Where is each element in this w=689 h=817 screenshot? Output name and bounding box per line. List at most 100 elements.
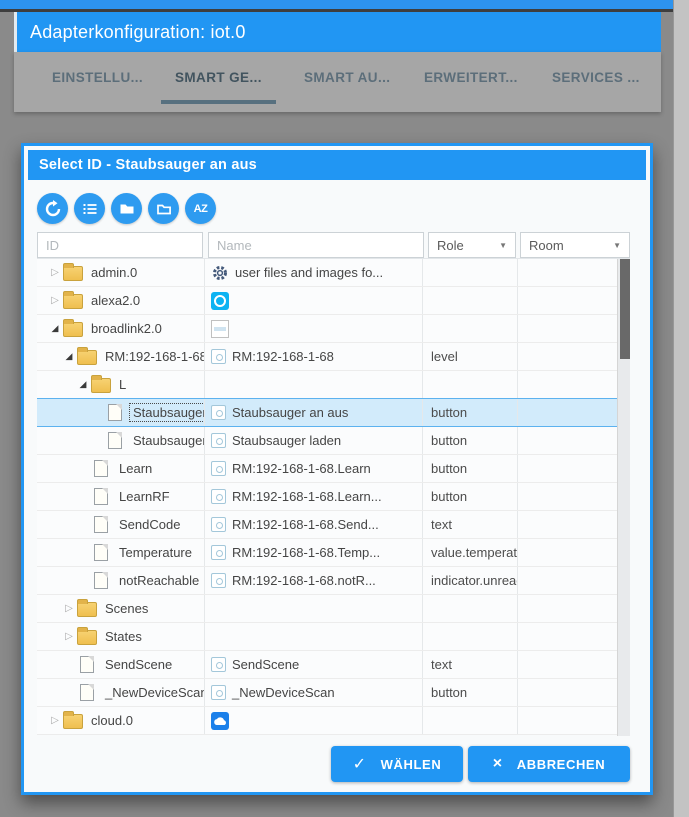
row-name-label: user files and images fo... (235, 265, 383, 280)
row-role-cell: button (423, 399, 518, 426)
row-name-cell (205, 371, 423, 398)
tab-2[interactable]: SMART AU... (290, 52, 404, 104)
row-name-label: Staubsauger laden (232, 433, 341, 448)
adapter-config-title: Adapterkonfiguration: iot.0 (14, 12, 661, 52)
table-row-SendScene[interactable]: SendScene SendScene text (37, 651, 617, 679)
collapse-all-button[interactable] (148, 193, 179, 224)
row-room-cell (518, 371, 617, 398)
row-id-label: States (102, 628, 145, 645)
row-room-cell (518, 651, 617, 678)
row-id-label: Staubsauger_laden (130, 432, 205, 449)
table-row-notReachable[interactable]: notReachable RM:192-168-1-68.notR... ind… (37, 567, 617, 595)
table-row-alexa2.0[interactable]: ▷alexa2.0 (37, 287, 617, 315)
file-icon (94, 516, 108, 533)
row-name-cell (205, 287, 423, 314)
table-row-_NewDeviceScan[interactable]: _NewDeviceScan _NewDeviceScan button (37, 679, 617, 707)
collapse-toggle-icon[interactable]: ◢ (61, 351, 77, 362)
row-name-cell: _NewDeviceScan (205, 679, 423, 706)
state-icon (211, 433, 226, 448)
row-role-cell (423, 259, 518, 286)
row-role-label: text (431, 517, 452, 532)
table-row-Scenes[interactable]: ▷Scenes (37, 595, 617, 623)
table-row-Staubsauger_an_aus[interactable]: Staubsauger_an_aus Staubsauger an aus bu… (37, 398, 617, 427)
table-row-Staubsauger_laden[interactable]: Staubsauger_laden Staubsauger laden butt… (37, 427, 617, 455)
row-role-cell (423, 287, 518, 314)
room-filter-select[interactable]: Room ▼ (520, 232, 630, 258)
row-role-cell: indicator.unreach (423, 567, 518, 594)
row-id-label: _NewDeviceScan (102, 684, 205, 701)
row-id-label: notReachable (116, 572, 202, 589)
refresh-button[interactable] (37, 193, 68, 224)
row-name-cell: Staubsauger laden (205, 427, 423, 454)
tab-3[interactable]: ERWEITERT... (410, 52, 532, 104)
filter-row: Role ▼ Room ▼ (37, 232, 646, 258)
row-room-cell (518, 707, 617, 734)
expand-toggle-icon[interactable]: ▷ (47, 267, 63, 278)
select-button[interactable]: ✓ WÄHLEN (331, 746, 463, 782)
row-role-cell: level (423, 343, 518, 370)
row-room-cell (518, 679, 617, 706)
expand-toggle-icon[interactable]: ▷ (61, 631, 77, 642)
table-row-Learn[interactable]: Learn RM:192-168-1-68.Learn button (37, 455, 617, 483)
table-row-SendCode[interactable]: SendCode RM:192-168-1-68.Send... text (37, 511, 617, 539)
row-name-cell: user files and images fo... (205, 259, 423, 286)
adapter-tabbar: EINSTELLU...SMART GE... SMART AU...ERWEIT… (14, 52, 661, 112)
table-row-Temperature[interactable]: Temperature RM:192-168-1-68.Temp... valu… (37, 539, 617, 567)
role-filter-select[interactable]: Role ▼ (428, 232, 516, 258)
name-filter-input[interactable] (208, 232, 424, 258)
table-row-cloud.0[interactable]: ▷cloud.0 (37, 707, 617, 735)
folder-icon (77, 350, 97, 365)
table-row-L[interactable]: ◢L (37, 371, 617, 399)
dialog-toolbar: AZ (37, 193, 646, 224)
row-name-cell: RM:192-168-1-68.Send... (205, 511, 423, 538)
row-id-cell: _NewDeviceScan (37, 679, 205, 706)
row-role-cell: button (423, 679, 518, 706)
dialog-title: Select ID - Staubsauger an aus (28, 150, 646, 180)
role-filter-label: Role (437, 238, 464, 253)
row-id-cell: notReachable (37, 567, 205, 594)
row-name-label: RM:192-168-1-68.Learn (232, 461, 371, 476)
table-row-LearnRF[interactable]: LearnRF RM:192-168-1-68.Learn... button (37, 483, 617, 511)
collapse-toggle-icon[interactable]: ◢ (75, 379, 91, 390)
row-name-cell (205, 623, 423, 650)
file-icon (80, 684, 94, 701)
row-role-label: value.temperature (431, 545, 518, 560)
list-view-button[interactable] (74, 193, 105, 224)
tab-4[interactable]: SERVICES ... (538, 52, 654, 104)
row-room-cell (518, 287, 617, 314)
row-id-label: Temperature (116, 544, 195, 561)
expand-toggle-icon[interactable]: ▷ (61, 603, 77, 614)
expand-toggle-icon[interactable]: ▷ (47, 295, 63, 306)
state-icon (211, 573, 226, 588)
expand-toggle-icon[interactable]: ▷ (47, 715, 63, 726)
table-row-RM:192-168-1-68[interactable]: ◢RM:192-168-1-68 RM:192-168-1-68 level (37, 343, 617, 371)
cancel-button[interactable]: × ABBRECHEN (468, 746, 630, 782)
cloud-adapter-icon (211, 712, 229, 730)
table-row-broadlink2.0[interactable]: ◢broadlink2.0 (37, 315, 617, 343)
folder-closed-icon (118, 200, 136, 218)
row-id-cell: ◢RM:192-168-1-68 (37, 343, 205, 370)
table-row-admin.0[interactable]: ▷ admin.0 user files and images fo... (37, 259, 617, 287)
id-filter-input[interactable] (37, 232, 203, 258)
tab-1[interactable]: SMART GE... (161, 52, 276, 104)
row-role-cell: button (423, 427, 518, 454)
folder-icon (63, 266, 83, 281)
adapter-config-window: Adapterkonfiguration: iot.0 EINSTELLU...… (14, 12, 661, 112)
tab-0[interactable]: EINSTELLU... (38, 52, 157, 104)
row-name-label: Staubsauger an aus (232, 405, 348, 420)
expand-all-button[interactable] (111, 193, 142, 224)
collapse-toggle-icon[interactable]: ◢ (47, 323, 63, 334)
row-name-cell (205, 707, 423, 734)
sort-az-button[interactable]: AZ (185, 193, 216, 224)
object-tree-table: ▷ admin.0 user files and images fo... ▷al… (37, 258, 630, 735)
row-role-label: level (431, 349, 458, 364)
folder-icon (77, 602, 97, 617)
scrollbar-thumb[interactable] (620, 259, 630, 359)
dialog-footer: ✓ WÄHLEN × ABBRECHEN (28, 746, 646, 782)
row-id-cell: ◢L (37, 371, 205, 398)
row-role-cell: button (423, 455, 518, 482)
table-row-States[interactable]: ▷ States (37, 623, 617, 651)
row-id-label: admin.0 (88, 264, 140, 281)
table-scrollbar[interactable] (617, 259, 630, 736)
row-id-label: Learn (116, 460, 155, 477)
